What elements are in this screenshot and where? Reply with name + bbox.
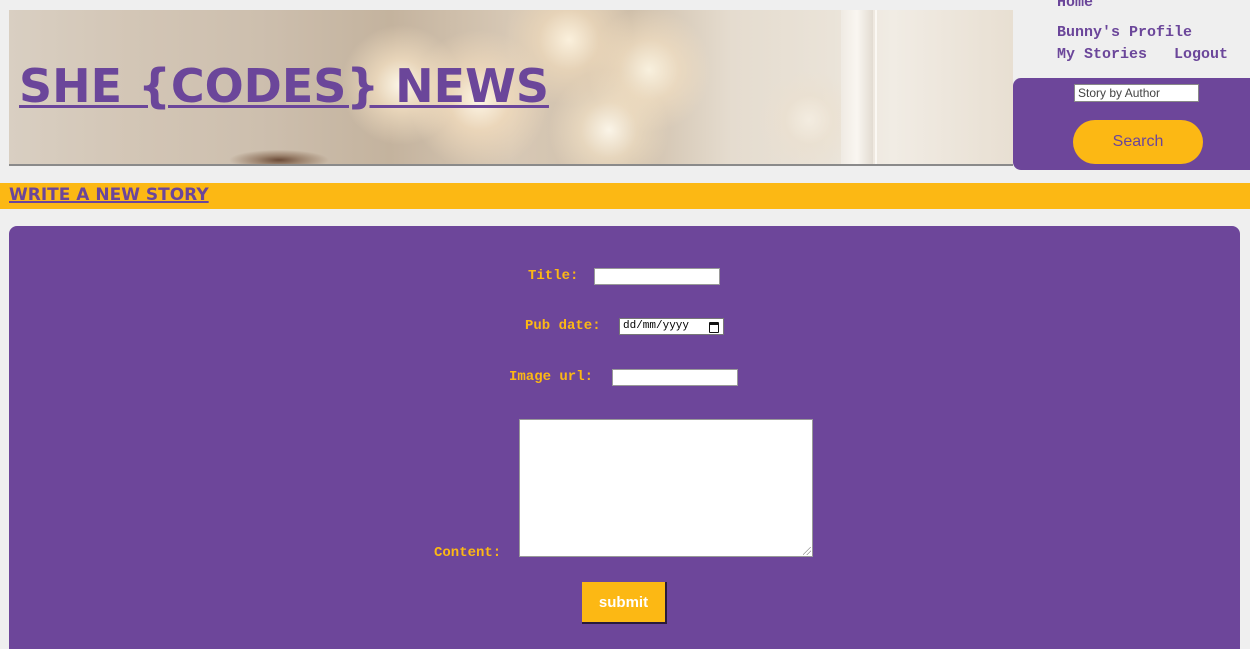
image-url-input[interactable] — [612, 369, 738, 386]
banner-pillar-edge — [875, 10, 877, 164]
title-input[interactable] — [594, 268, 720, 285]
search-panel: Search — [1013, 78, 1250, 170]
calendar-icon[interactable] — [709, 322, 719, 333]
title-label: Title: — [528, 268, 579, 284]
new-story-form: Title: Pub date: dd/mm/yyyy Image url: C… — [9, 226, 1240, 649]
page: SHE {CODES} NEWS Home Bunny's Profile My… — [0, 0, 1250, 649]
nav-home-link[interactable]: Home — [1057, 0, 1093, 14]
nav-profile-link[interactable]: Bunny's Profile — [1057, 22, 1192, 44]
section-bar: WRITE A NEW STORY — [0, 183, 1250, 209]
write-new-story-link[interactable]: WRITE A NEW STORY — [9, 185, 209, 205]
banner-pillar — [841, 10, 873, 164]
pub-date-placeholder: dd/mm/yyyy — [623, 320, 690, 332]
image-url-label: Image url: — [509, 369, 594, 385]
submit-button[interactable]: submit — [582, 582, 667, 624]
pub-date-input[interactable]: dd/mm/yyyy — [619, 318, 724, 335]
nav-logout-link[interactable]: Logout — [1174, 44, 1228, 66]
search-button[interactable]: Search — [1073, 120, 1203, 164]
nav-my-stories-link[interactable]: My Stories — [1057, 44, 1147, 66]
resize-grip-icon[interactable] — [803, 547, 811, 555]
content-textarea[interactable] — [519, 419, 813, 557]
search-author-input[interactable] — [1074, 84, 1199, 102]
header-banner-image: SHE {CODES} NEWS — [9, 10, 1013, 166]
pub-date-label: Pub date: — [525, 318, 601, 334]
content-label: Content: — [434, 545, 502, 561]
site-title-link[interactable]: SHE {CODES} NEWS — [19, 59, 549, 113]
